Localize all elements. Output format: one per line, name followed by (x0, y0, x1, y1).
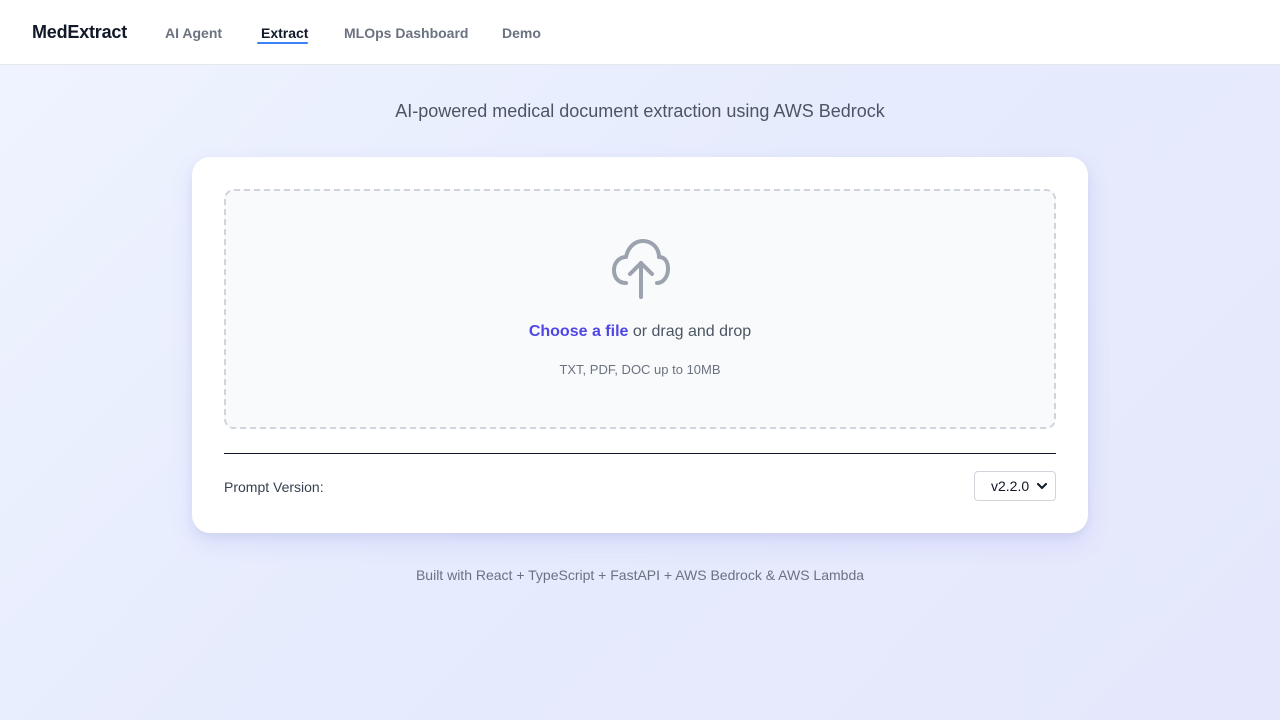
prompt-version-select[interactable]: v2.2.0 (974, 471, 1056, 501)
chevron-down-icon (1037, 482, 1047, 489)
dropzone-instructions: Choose a file or drag and drop (226, 323, 1054, 341)
nav-link-mlops-dashboard[interactable]: MLOps Dashboard (344, 25, 468, 41)
nav-link-demo[interactable]: Demo (502, 25, 541, 41)
page-tagline: AI-powered medical document extraction u… (395, 101, 885, 121)
file-type-hint: TXT, PDF, DOC up to 10MB (559, 362, 721, 377)
drag-drop-text: or drag and drop (628, 323, 752, 340)
extraction-card: Choose a file or drag and drop TXT, PDF,… (192, 157, 1088, 533)
nav-link-extract[interactable]: Extract (261, 25, 308, 41)
section-divider (224, 453, 1056, 454)
brand-logo[interactable]: MedExtract (32, 22, 127, 43)
prompt-version-label: Prompt Version: (224, 479, 324, 495)
cloud-upload-icon (612, 239, 670, 299)
choose-file-link[interactable]: Choose a file (529, 323, 629, 340)
top-nav-bar: MedExtract AI Agent Extract MLOps Dashbo… (0, 0, 1280, 65)
active-nav-indicator (257, 42, 308, 44)
footer-credits: Built with React + TypeScript + FastAPI … (415, 567, 865, 583)
nav-link-ai-agent[interactable]: AI Agent (165, 25, 222, 41)
prompt-version-value: v2.2.0 (991, 478, 1030, 494)
file-dropzone[interactable]: Choose a file or drag and drop TXT, PDF,… (224, 189, 1056, 429)
